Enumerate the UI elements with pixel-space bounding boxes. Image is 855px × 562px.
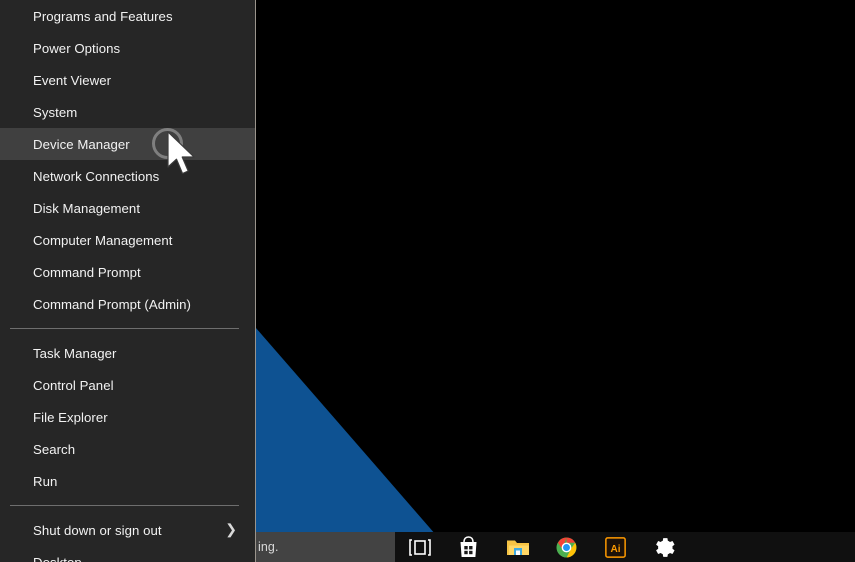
menu-item-system[interactable]: System xyxy=(0,96,255,128)
menu-item-label: Power Options xyxy=(33,40,121,56)
menu-item-label: Command Prompt (Admin) xyxy=(33,296,191,312)
menu-item-label: Device Manager xyxy=(33,136,130,152)
microsoft-store-icon[interactable] xyxy=(444,532,493,562)
menu-item-label: Event Viewer xyxy=(33,72,112,88)
menu-item-label: Shut down or sign out xyxy=(33,522,162,538)
google-chrome-icon[interactable] xyxy=(542,532,591,562)
menu-item-label: Network Connections xyxy=(33,168,160,184)
menu-item-task-manager[interactable]: Task Manager xyxy=(0,337,255,369)
menu-item-network-connections[interactable]: Network Connections xyxy=(0,160,255,192)
menu-item-label: Desktop xyxy=(33,554,82,562)
adobe-illustrator-icon[interactable]: Ai xyxy=(591,532,640,562)
taskbar-icon-strip: Ai xyxy=(395,532,689,562)
menu-separator-2 xyxy=(10,505,239,506)
menu-item-disk-management[interactable]: Disk Management xyxy=(0,192,255,224)
menu-item-label: System xyxy=(33,104,78,120)
menu-item-search[interactable]: Search xyxy=(0,433,255,465)
svg-text:Ai: Ai xyxy=(610,544,620,555)
menu-item-file-explorer[interactable]: File Explorer xyxy=(0,401,255,433)
menu-item-label: Computer Management xyxy=(33,232,173,248)
menu-item-label: Disk Management xyxy=(33,200,141,216)
file-explorer-icon[interactable] xyxy=(493,532,542,562)
settings-gear-icon[interactable] xyxy=(640,532,689,562)
menu-item-desktop[interactable]: Desktop xyxy=(0,546,255,562)
menu-item-label: Run xyxy=(33,473,58,489)
menu-separator-1 xyxy=(10,328,239,329)
menu-item-label: Search xyxy=(33,441,76,457)
menu-item-run[interactable]: Run xyxy=(0,465,255,497)
task-view-icon[interactable] xyxy=(395,532,444,562)
menu-item-programs-and-features[interactable]: Programs and Features xyxy=(0,0,255,32)
menu-item-power-options[interactable]: Power Options xyxy=(0,32,255,64)
menu-item-label: Command Prompt xyxy=(33,264,141,280)
menu-item-computer-management[interactable]: Computer Management xyxy=(0,224,255,256)
menu-item-shut-down-or-sign-out[interactable]: Shut down or sign out ❯ xyxy=(0,514,255,546)
menu-item-label: File Explorer xyxy=(33,409,108,425)
menu-item-label: Programs and Features xyxy=(33,8,173,24)
menu-item-command-prompt[interactable]: Command Prompt xyxy=(0,256,255,288)
menu-item-device-manager[interactable]: Device Manager xyxy=(0,128,255,160)
winx-power-user-menu[interactable]: Programs and Features Power Options Even… xyxy=(0,0,256,562)
menu-item-label: Control Panel xyxy=(33,377,114,393)
windows-desktop-screen: ing. Ai Programs and Features Power Opti… xyxy=(0,0,855,562)
menu-item-command-prompt-admin[interactable]: Command Prompt (Admin) xyxy=(0,288,255,320)
menu-item-label: Task Manager xyxy=(33,345,117,361)
menu-item-control-panel[interactable]: Control Panel xyxy=(0,369,255,401)
chevron-right-icon: ❯ xyxy=(225,522,237,538)
menu-item-event-viewer[interactable]: Event Viewer xyxy=(0,64,255,96)
